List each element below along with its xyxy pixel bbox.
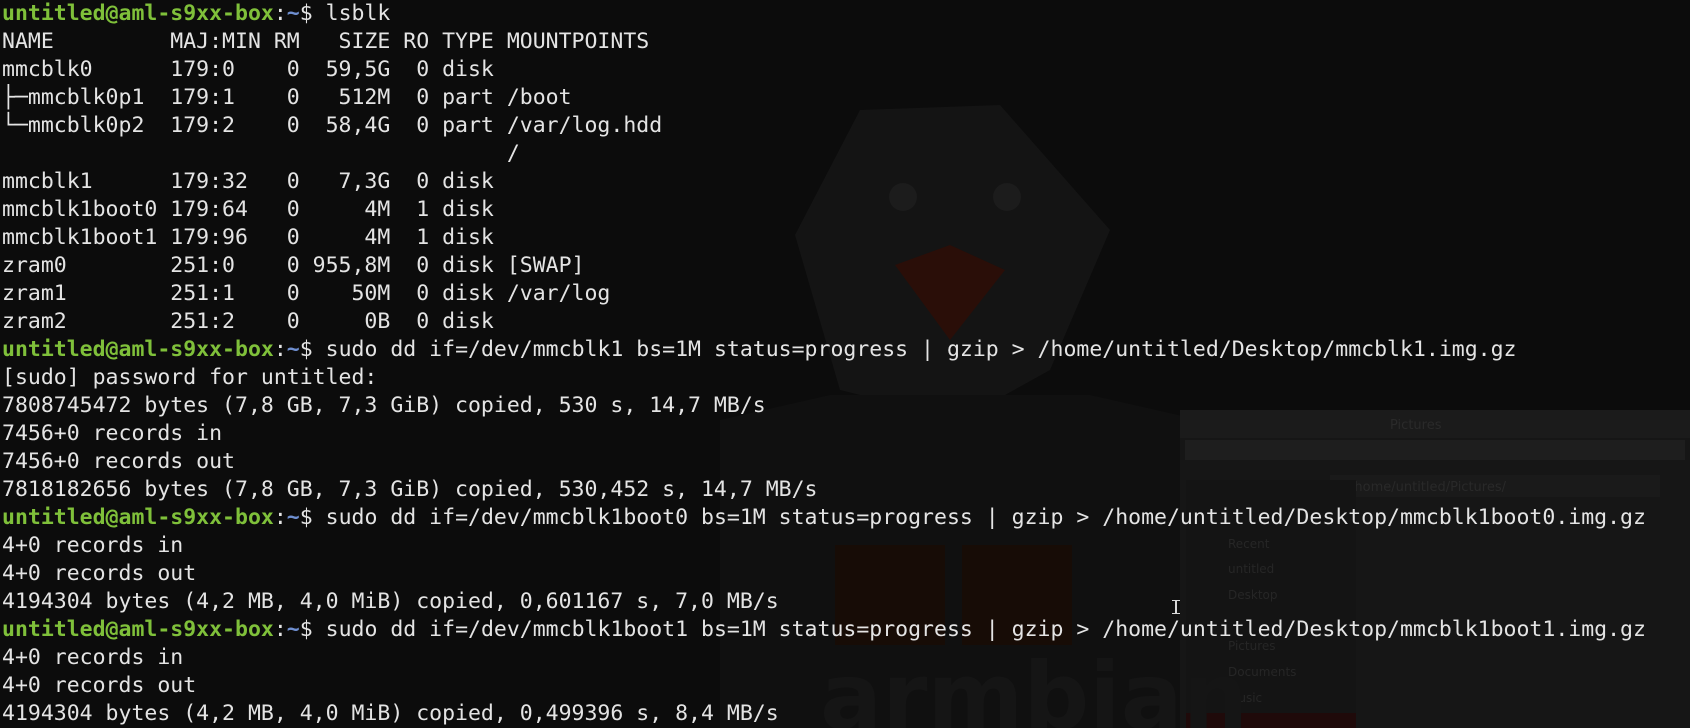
prompt-user: untitled@aml-s9xx-box: [2, 617, 274, 642]
prompt-symbol: $: [299, 1, 326, 26]
output-line: 4+0 records out: [2, 673, 197, 698]
prompt-separator: :: [273, 1, 287, 26]
prompt-symbol: $: [299, 337, 326, 362]
output-line: mmcblk1 179:32 0 7,3G 0 disk: [2, 169, 494, 194]
output-line: zram0 251:0 0 955,8M 0 disk [SWAP]: [2, 253, 585, 278]
prompt-separator: :: [273, 617, 287, 642]
prompt-path: ~: [286, 1, 300, 26]
output-line: 4194304 bytes (4,2 MB, 4,0 MiB) copied, …: [2, 589, 779, 614]
command-text: sudo dd if=/dev/mmcblk1 bs=1M status=pro…: [325, 337, 1517, 362]
prompt-line: untitled@aml-s9xx-box:~$ sudo dd if=/dev…: [2, 504, 1646, 532]
command-text: sudo dd if=/dev/mmcblk1boot0 bs=1M statu…: [325, 505, 1646, 530]
prompt-path: ~: [286, 337, 300, 362]
prompt-user: untitled@aml-s9xx-box: [2, 505, 274, 530]
output-line: 7456+0 records out: [2, 449, 235, 474]
output-line: /: [2, 141, 520, 166]
prompt-separator: :: [273, 337, 287, 362]
output-line: mmcblk1boot0 179:64 0 4M 1 disk: [2, 197, 494, 222]
command-text: sudo dd if=/dev/mmcblk1boot1 bs=1M statu…: [325, 617, 1646, 642]
prompt-path: ~: [286, 505, 300, 530]
mouse-ibeam-cursor-icon: [1172, 600, 1180, 614]
output-line: 7456+0 records in: [2, 421, 223, 446]
output-line: 4+0 records out: [2, 561, 197, 586]
prompt-symbol: $: [299, 505, 326, 530]
prompt-line: untitled@aml-s9xx-box:~$ sudo dd if=/dev…: [2, 336, 1516, 364]
output-line: └─mmcblk0p2 179:2 0 58,4G 0 part /var/lo…: [2, 113, 663, 138]
output-line: [sudo] password for untitled:: [2, 365, 378, 390]
output-line: zram2 251:2 0 0B 0 disk: [2, 309, 494, 334]
prompt-user: untitled@aml-s9xx-box: [2, 337, 274, 362]
terminal-window[interactable]: untitled@aml-s9xx-box:~$ lsblk NAME MAJ:M…: [0, 0, 1690, 728]
prompt-line: untitled@aml-s9xx-box:~$ sudo dd if=/dev…: [2, 616, 1646, 644]
prompt-line: untitled@aml-s9xx-box:~$ lsblk: [2, 0, 390, 28]
output-line: 7818182656 bytes (7,8 GB, 7,3 GiB) copie…: [2, 477, 818, 502]
output-line: 4+0 records in: [2, 645, 184, 670]
output-line: mmcblk0 179:0 0 59,5G 0 disk: [2, 57, 494, 82]
output-line: zram1 251:1 0 50M 0 disk /var/log: [2, 281, 611, 306]
command-text: lsblk: [325, 1, 391, 26]
output-line: 4+0 records in: [2, 533, 184, 558]
prompt-separator: :: [273, 505, 287, 530]
prompt-path: ~: [286, 617, 300, 642]
output-line: NAME MAJ:MIN RM SIZE RO TYPE MOUNTPOINTS: [2, 29, 650, 54]
output-line: 7808745472 bytes (7,8 GB, 7,3 GiB) copie…: [2, 393, 766, 418]
output-line: mmcblk1boot1 179:96 0 4M 1 disk: [2, 225, 494, 250]
prompt-user: untitled@aml-s9xx-box: [2, 1, 274, 26]
output-line: 4194304 bytes (4,2 MB, 4,0 MiB) copied, …: [2, 701, 779, 726]
output-line: ├─mmcblk0p1 179:1 0 512M 0 part /boot: [2, 85, 572, 110]
prompt-symbol: $: [299, 617, 326, 642]
